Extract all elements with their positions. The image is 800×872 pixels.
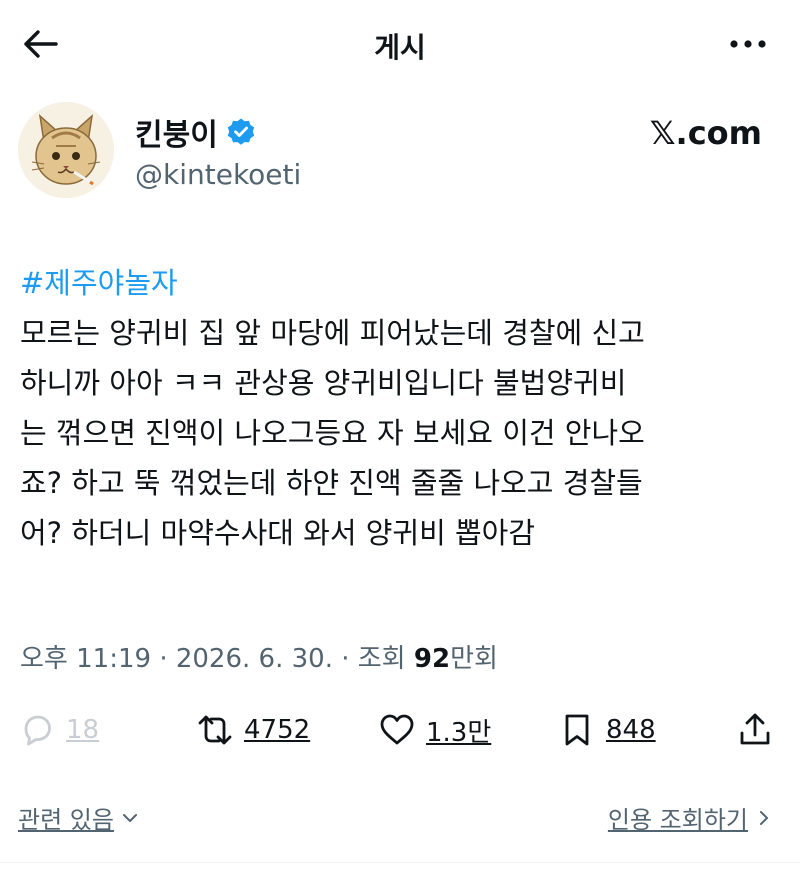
repost-button[interactable]: 4752	[196, 700, 310, 760]
like-count: 1.3만	[426, 717, 492, 748]
author-name[interactable]: 킨붕이	[135, 110, 218, 154]
post-time[interactable]: 오후 11:19	[20, 644, 151, 674]
hashtag-link[interactable]: #제주야놀자	[20, 258, 790, 308]
more-options-icon[interactable]	[728, 34, 768, 54]
author-handle[interactable]: @kintekoeti	[135, 158, 301, 191]
views-number: 92	[413, 644, 451, 674]
action-bar: 18 4752 1.3만 848	[0, 700, 800, 760]
bookmark-icon	[565, 714, 589, 746]
related-dropdown[interactable]: 관련 있음	[18, 800, 140, 835]
post-text-line: 하니까 아아 ㅋㅋ 관상용 양귀비입니다 불법양귀비	[20, 366, 627, 400]
bookmark-count: 848	[606, 715, 656, 745]
views-unit: 만회	[450, 644, 498, 674]
cat-avatar-icon	[18, 102, 114, 198]
post-text-line: 어? 하더니 마약수사대 와서 양귀비 뽑아감	[20, 516, 536, 550]
view-quotes-link[interactable]: 인용 조회하기	[608, 800, 774, 835]
share-button[interactable]	[736, 700, 774, 760]
verified-badge-icon	[227, 118, 255, 145]
repost-count: 4752	[244, 715, 311, 745]
reply-button[interactable]: 18	[18, 700, 99, 760]
quotes-label: 인용 조회하기	[607, 806, 748, 834]
post-meta: 오후 11:19 · 2026. 6. 30. · 조회 92만회	[20, 638, 498, 675]
reply-count: 18	[66, 715, 100, 745]
views-label: 조회	[357, 644, 406, 674]
post-text-line: 죠? 하고 뚝 꺾었는데 하얀 진액 줄줄 나오고 경찰들	[20, 466, 643, 500]
related-label: 관련 있음	[18, 806, 114, 834]
page-title: 게시	[374, 31, 426, 64]
like-button[interactable]: 1.3만	[378, 700, 491, 760]
chevron-right-icon	[760, 810, 768, 825]
chevron-down-icon	[122, 813, 137, 822]
reply-icon	[24, 715, 51, 746]
meta-separator: ·	[341, 644, 350, 674]
post-text-line: 모르는 양귀비 집 앞 마당에 피어났는데 경찰에 신고	[20, 316, 645, 350]
post-text-line: 는 꺾으면 진액이 나오그등요 자 보세요 이건 안나오	[20, 416, 645, 450]
post-date[interactable]: 2026. 6. 30.	[176, 644, 333, 674]
bookmark-button[interactable]: 848	[558, 700, 656, 760]
top-bar: 게시	[0, 0, 800, 90]
author-name-row[interactable]: 킨붕이	[135, 110, 256, 154]
post-footer: 관련 있음 인용 조회하기	[0, 792, 800, 840]
repost-icon	[198, 715, 232, 745]
meta-separator: ·	[159, 644, 168, 674]
heart-icon	[380, 714, 414, 745]
divider	[0, 862, 800, 863]
post-body: #제주야놀자 모르는 양귀비 집 앞 마당에 피어났는데 경찰에 신고 하니까 …	[20, 258, 790, 558]
avatar[interactable]	[18, 102, 114, 198]
share-icon	[740, 713, 770, 745]
source-watermark: 𝕏.com	[649, 114, 762, 152]
